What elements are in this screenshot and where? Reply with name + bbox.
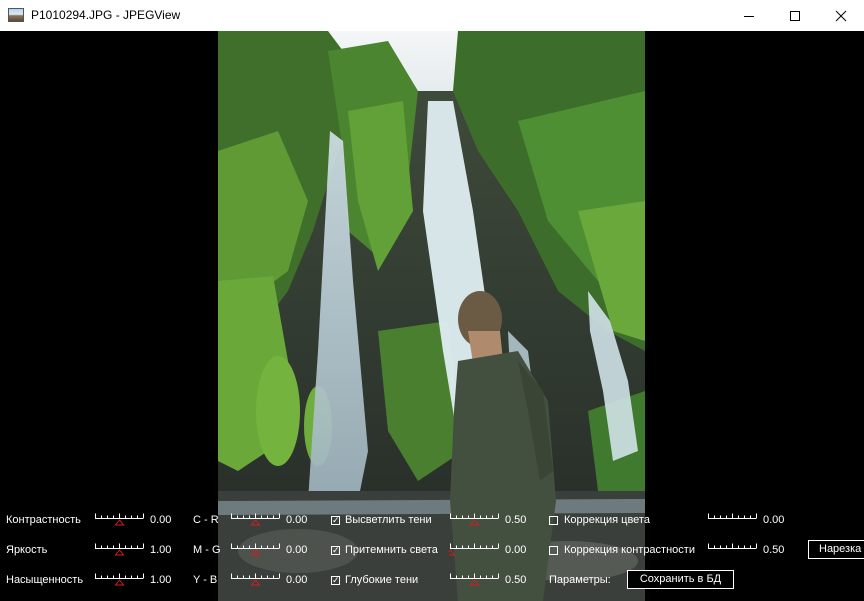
deep-shadows-slider[interactable] bbox=[449, 571, 501, 587]
params-label: Параметры: bbox=[549, 574, 611, 586]
check-icon: ✓ bbox=[332, 545, 340, 555]
app-icon bbox=[8, 8, 24, 22]
slider-thumb[interactable] bbox=[250, 519, 261, 526]
brightness-value: 1.00 bbox=[150, 544, 172, 556]
yb-slider[interactable] bbox=[230, 571, 282, 587]
slider-thumb[interactable] bbox=[469, 519, 480, 526]
slider-thumb[interactable] bbox=[114, 549, 125, 556]
brightness-slider[interactable] bbox=[94, 541, 146, 557]
slider-thumb[interactable] bbox=[114, 519, 125, 526]
contrast-correction-value: 0.50 bbox=[763, 544, 785, 556]
slider-thumb[interactable] bbox=[469, 579, 480, 586]
cr-slider[interactable] bbox=[230, 511, 282, 527]
color-correction-label: Коррекция цвета bbox=[564, 514, 650, 526]
close-icon bbox=[835, 10, 847, 22]
maximize-icon bbox=[790, 11, 800, 21]
yb-value: 0.00 bbox=[286, 574, 308, 586]
minimize-icon bbox=[744, 16, 754, 17]
cr-label: C - R bbox=[193, 514, 219, 526]
mg-slider[interactable] bbox=[230, 541, 282, 557]
brightness-label: Яркость bbox=[6, 544, 48, 556]
lighten-shadows-label: Высветлить тени bbox=[345, 514, 432, 526]
saturation-value: 1.00 bbox=[150, 574, 172, 586]
lighten-shadows-slider[interactable] bbox=[449, 511, 501, 527]
mg-label: M - G bbox=[193, 544, 221, 556]
contrast-label: Контрастность bbox=[6, 514, 81, 526]
slider-thumb[interactable] bbox=[445, 549, 456, 556]
darken-highlights-checkbox[interactable]: ✓ bbox=[331, 546, 340, 555]
contrast-correction-checkbox[interactable] bbox=[549, 546, 558, 555]
minimize-button[interactable] bbox=[726, 0, 772, 31]
saturation-label: Насыщенность bbox=[6, 574, 84, 586]
saturation-slider[interactable] bbox=[94, 571, 146, 587]
deep-shadows-checkbox[interactable]: ✓ bbox=[331, 576, 340, 585]
lighten-shadows-checkbox[interactable]: ✓ bbox=[331, 516, 340, 525]
title-bar: P1010294.JPG - JPEGView bbox=[0, 0, 864, 31]
window-title: P1010294.JPG - JPEGView bbox=[31, 8, 181, 22]
check-icon: ✓ bbox=[332, 575, 340, 585]
cr-value: 0.00 bbox=[286, 514, 308, 526]
contrast-correction-label: Коррекция контрастности bbox=[564, 544, 695, 556]
yb-label: Y - B bbox=[193, 574, 218, 586]
close-button[interactable] bbox=[818, 0, 864, 31]
crop-button[interactable]: Нарезка bbox=[808, 540, 864, 559]
slider-thumb[interactable] bbox=[250, 549, 261, 556]
deep-shadows-value: 0.50 bbox=[505, 574, 527, 586]
color-correction-value: 0.00 bbox=[763, 514, 785, 526]
contrast-correction-slider[interactable] bbox=[707, 541, 759, 557]
check-icon: ✓ bbox=[332, 515, 340, 525]
deep-shadows-label: Глубокие тени bbox=[345, 574, 419, 586]
contrast-slider[interactable] bbox=[94, 511, 146, 527]
darken-highlights-value: 0.00 bbox=[505, 544, 527, 556]
maximize-button[interactable] bbox=[772, 0, 818, 31]
lighten-shadows-value: 0.50 bbox=[505, 514, 527, 526]
darken-highlights-slider[interactable] bbox=[445, 541, 501, 557]
color-correction-slider[interactable] bbox=[707, 511, 759, 527]
slider-thumb[interactable] bbox=[250, 579, 261, 586]
darken-highlights-label: Притемнить света bbox=[345, 544, 438, 556]
contrast-value: 0.00 bbox=[150, 514, 172, 526]
slider-thumb[interactable] bbox=[114, 579, 125, 586]
mg-value: 0.00 bbox=[286, 544, 308, 556]
save-to-db-button[interactable]: Сохранить в БД bbox=[627, 570, 734, 589]
color-correction-checkbox[interactable] bbox=[549, 516, 558, 525]
